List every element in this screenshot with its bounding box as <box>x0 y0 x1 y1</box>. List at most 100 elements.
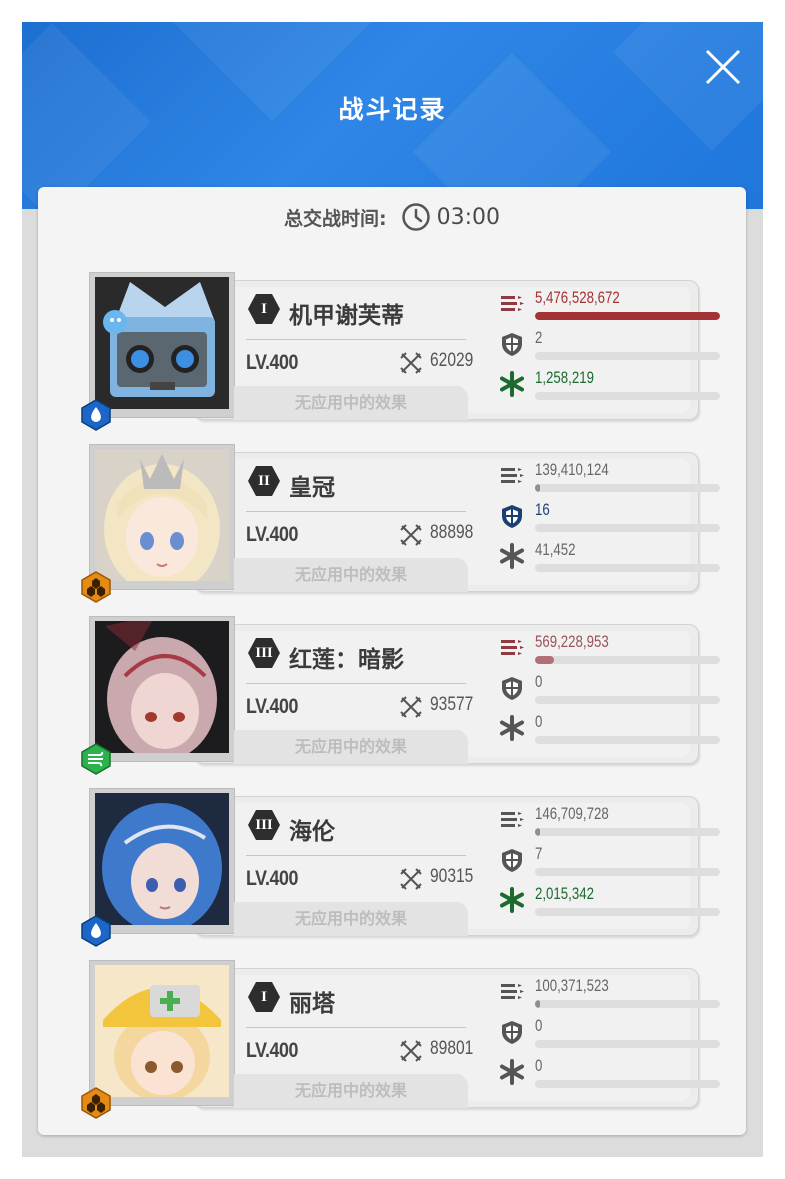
shield-bar <box>535 696 720 704</box>
divider <box>246 339 466 340</box>
total-time: 总交战时间: 03:00 <box>38 201 746 233</box>
shield-icon <box>499 331 525 357</box>
burst-level-label: II <box>258 473 270 489</box>
divider <box>246 855 466 856</box>
heal-value: 41,452 <box>535 540 576 559</box>
character-portrait <box>89 272 235 418</box>
character-level: LV.400 <box>246 867 299 890</box>
wind-icon <box>81 743 111 775</box>
record-card: 总交战时间: 03:00 I 机甲谢芙蒂 LV.400 62029 无应用中的效… <box>38 187 746 1135</box>
water-icon <box>81 915 111 947</box>
damage-value: 100,371,523 <box>535 976 609 995</box>
effects-status: 无应用中的效果 <box>234 558 468 592</box>
heal-value: 0 <box>535 712 543 731</box>
damage-value: 569,228,953 <box>535 632 609 651</box>
character-row[interactable]: III 红莲：暗影 LV.400 93577 无应用中的效果 569,228,9… <box>64 616 744 775</box>
combat-power: 89801 <box>430 1038 474 1059</box>
character-name: 机甲谢芙蒂 <box>289 303 404 329</box>
character-name: 海伦 <box>289 819 335 845</box>
character-name: 皇冠 <box>289 475 335 501</box>
damage-bar <box>535 828 720 836</box>
character-portrait <box>89 960 235 1106</box>
burst-level-label: I <box>261 301 267 317</box>
dialog-title: 战斗记录 <box>338 95 447 124</box>
shield-value: 0 <box>535 1016 543 1035</box>
dialog-header: 战斗记录 <box>22 22 763 209</box>
damage-bar-fill <box>535 1000 540 1008</box>
combat-power-icon <box>399 1039 423 1063</box>
divider <box>246 683 466 684</box>
heal-bar <box>535 1080 720 1088</box>
damage-bar-fill <box>535 828 540 836</box>
shield-value: 2 <box>535 328 543 347</box>
damage-icon <box>499 463 525 489</box>
combat-power-icon <box>399 523 423 547</box>
heal-value: 1,258,219 <box>535 368 594 387</box>
heal-bar <box>535 392 720 400</box>
heal-icon <box>499 543 525 569</box>
combat-power-icon <box>399 351 423 375</box>
damage-bar <box>535 656 720 664</box>
shield-icon <box>499 847 525 873</box>
close-icon[interactable] <box>702 46 744 88</box>
damage-value: 146,709,728 <box>535 804 609 823</box>
shield-bar <box>535 352 720 360</box>
damage-bar <box>535 484 720 492</box>
heal-icon <box>499 371 525 397</box>
character-portrait <box>89 788 235 934</box>
shield-bar <box>535 524 720 532</box>
damage-value: 139,410,124 <box>535 460 609 479</box>
damage-icon <box>499 291 525 317</box>
damage-bar-fill <box>535 312 720 320</box>
character-portrait <box>89 616 235 762</box>
damage-bar-fill <box>535 484 540 492</box>
character-row[interactable]: I 机甲谢芙蒂 LV.400 62029 无应用中的效果 5,476,528,6… <box>64 272 744 431</box>
character-row[interactable]: II 皇冠 LV.400 88898 无应用中的效果 139,410,124 1… <box>64 444 744 603</box>
divider <box>246 1027 466 1028</box>
character-level: LV.400 <box>246 523 299 546</box>
character-name: 红莲：暗影 <box>289 647 404 673</box>
combat-power-icon <box>399 867 423 891</box>
battle-record-dialog: 战斗记录 总交战时间: 03:00 I 机甲谢芙蒂 LV.400 62029 无… <box>22 22 763 1157</box>
heal-icon <box>499 887 525 913</box>
combat-power: 88898 <box>430 522 474 543</box>
heal-bar <box>535 564 720 572</box>
shield-value: 7 <box>535 844 543 863</box>
heal-bar <box>535 736 720 744</box>
heal-value: 2,015,342 <box>535 884 594 903</box>
character-portrait <box>89 444 235 590</box>
clock-icon <box>401 203 430 231</box>
combat-power: 93577 <box>430 694 474 715</box>
heal-icon <box>499 715 525 741</box>
damage-value: 5,476,528,672 <box>535 288 620 307</box>
shield-bar <box>535 1040 720 1048</box>
damage-bar-fill <box>535 656 555 664</box>
heal-value: 0 <box>535 1056 543 1075</box>
shield-icon <box>499 1019 525 1045</box>
character-level: LV.400 <box>246 1039 299 1062</box>
character-name: 丽塔 <box>289 991 335 1017</box>
heal-icon <box>499 1059 525 1085</box>
iron-icon <box>81 1087 111 1119</box>
shield-value: 16 <box>535 500 550 519</box>
shield-icon <box>499 675 525 701</box>
burst-level-label: III <box>255 645 273 661</box>
divider <box>246 511 466 512</box>
combat-power: 90315 <box>430 866 474 887</box>
combat-power: 62029 <box>430 350 474 371</box>
damage-icon <box>499 807 525 833</box>
total-time-label: 总交战时间: <box>283 207 387 230</box>
burst-level-label: III <box>255 817 273 833</box>
burst-level-label: I <box>261 989 267 1005</box>
character-row[interactable]: III 海伦 LV.400 90315 无应用中的效果 146,709,728 … <box>64 788 744 947</box>
character-level: LV.400 <box>246 695 299 718</box>
character-level: LV.400 <box>246 351 299 374</box>
combat-power-icon <box>399 695 423 719</box>
damage-bar <box>535 312 720 320</box>
shield-value: 0 <box>535 672 543 691</box>
effects-status: 无应用中的效果 <box>234 730 468 764</box>
damage-icon <box>499 979 525 1005</box>
damage-bar <box>535 1000 720 1008</box>
total-time-value: 03:00 <box>436 204 500 230</box>
character-row[interactable]: I 丽塔 LV.400 89801 无应用中的效果 100,371,523 0 … <box>64 960 744 1119</box>
